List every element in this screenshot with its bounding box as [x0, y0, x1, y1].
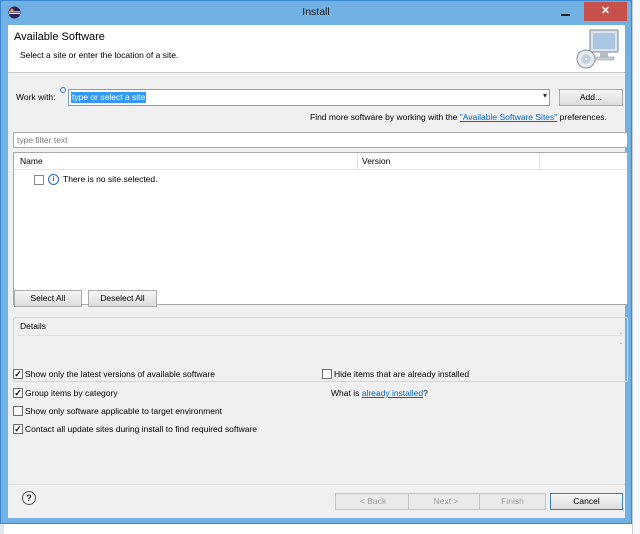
latest-versions-checkbox[interactable]: ✓ — [13, 369, 23, 379]
software-table[interactable]: Name Version i There is no site selected… — [13, 152, 628, 305]
target-environment-checkbox[interactable] — [13, 406, 23, 416]
dialog-content: Available Software Select a site or ente… — [8, 25, 628, 518]
deselect-all-button[interactable]: Deselect All — [88, 290, 157, 307]
select-all-button[interactable]: Select All — [14, 290, 82, 307]
computer-install-icon — [576, 29, 619, 69]
minimize-icon — [561, 14, 570, 16]
page-title: Available Software — [14, 31, 105, 43]
hide-installed-label: Hide items that are already installed — [334, 369, 470, 379]
install-dialog: Install ✕ Available Software Select a si… — [0, 0, 632, 524]
column-divider[interactable] — [539, 153, 540, 170]
help-icon[interactable]: ? — [22, 491, 36, 505]
column-header-name[interactable]: Name — [20, 156, 43, 166]
footer-separator — [8, 484, 625, 485]
title-bar[interactable]: Install ✕ — [1, 1, 631, 25]
details-scrollbar[interactable]: ⌃ ⌄ — [618, 333, 624, 347]
contact-update-sites-label: Contact all update sites during install … — [25, 424, 257, 434]
info-icon: i — [48, 174, 59, 185]
content-assist-icon — [60, 87, 66, 93]
available-software-sites-link[interactable]: "Available Software Sites" — [460, 112, 558, 122]
already-installed-link[interactable]: already installed — [362, 388, 423, 398]
work-with-value: type or select a site — [71, 92, 147, 103]
filter-placeholder: type filter text — [17, 135, 68, 145]
filter-input[interactable]: type filter text — [13, 132, 628, 148]
next-button[interactable]: Next > — [408, 493, 484, 510]
table-header: Name Version — [14, 153, 627, 170]
already-installed-text: What is already installed? — [331, 388, 428, 398]
column-header-version[interactable]: Version — [362, 156, 390, 166]
hide-installed-checkbox[interactable] — [322, 369, 332, 379]
add-button[interactable]: Add... — [559, 89, 623, 106]
find-more-prefix: Find more software by working with the — [310, 112, 460, 122]
page-subtitle: Select a site or enter the location of a… — [20, 50, 179, 60]
row-checkbox[interactable] — [34, 175, 44, 185]
details-label: Details — [20, 321, 46, 331]
wizard-header: Available Software Select a site or ente… — [8, 25, 625, 73]
work-with-label: Work with: — [16, 92, 56, 102]
target-environment-label: Show only software applicable to target … — [25, 406, 223, 416]
background-window-right — [632, 0, 640, 534]
back-button[interactable]: < Back — [335, 493, 411, 510]
window-title: Install — [302, 6, 330, 18]
work-with-combo[interactable]: type or select a site ▾ — [68, 89, 550, 106]
no-site-message: There is no site selected. — [63, 174, 158, 184]
finish-button[interactable]: Finish — [479, 493, 546, 510]
already-installed-suffix: ? — [423, 388, 428, 398]
find-more-text: Find more software by working with the "… — [310, 112, 607, 122]
close-button[interactable]: ✕ — [584, 2, 627, 21]
find-more-suffix: preferences. — [557, 112, 607, 122]
group-by-category-checkbox[interactable]: ✓ — [13, 388, 23, 398]
cancel-button[interactable]: Cancel — [550, 493, 623, 510]
chevron-down-icon[interactable]: ▾ — [543, 91, 547, 100]
latest-versions-label: Show only the latest versions of availab… — [25, 369, 215, 379]
column-divider[interactable] — [357, 153, 358, 170]
contact-update-sites-checkbox[interactable]: ✓ — [13, 424, 23, 434]
minimize-button[interactable] — [551, 3, 579, 21]
already-installed-prefix: What is — [331, 388, 362, 398]
group-by-category-label: Group items by category — [25, 388, 118, 398]
